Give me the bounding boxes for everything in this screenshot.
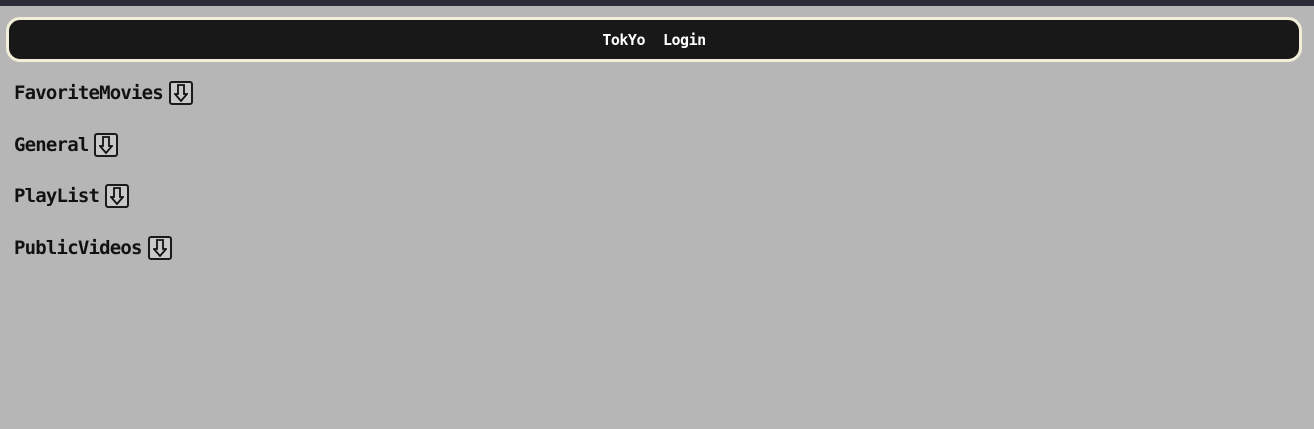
down-arrow-icon [99, 136, 114, 154]
nav-link-login[interactable]: Login [663, 31, 706, 49]
category-playlist: PlayList [14, 184, 130, 208]
expand-playlist-button[interactable] [105, 184, 130, 208]
down-arrow-icon [152, 239, 167, 257]
category-label: General [14, 134, 89, 156]
category-label: PlayList [14, 185, 100, 207]
nav-link-tokyo[interactable]: TokYo [602, 31, 645, 49]
category-label: PublicVideos [14, 237, 142, 259]
browser-top-strip [0, 0, 1314, 6]
expand-general-button[interactable] [94, 133, 119, 157]
expand-favorite-movies-button[interactable] [168, 81, 193, 105]
category-general: General [14, 133, 119, 157]
down-arrow-icon [173, 84, 188, 102]
expand-public-videos-button[interactable] [147, 236, 172, 260]
down-arrow-icon [110, 187, 125, 205]
top-navbar: TokYo Login [6, 17, 1302, 62]
category-public-videos: PublicVideos [14, 236, 172, 260]
category-label: FavoriteMovies [14, 82, 164, 104]
category-favorite-movies: FavoriteMovies [14, 81, 193, 105]
